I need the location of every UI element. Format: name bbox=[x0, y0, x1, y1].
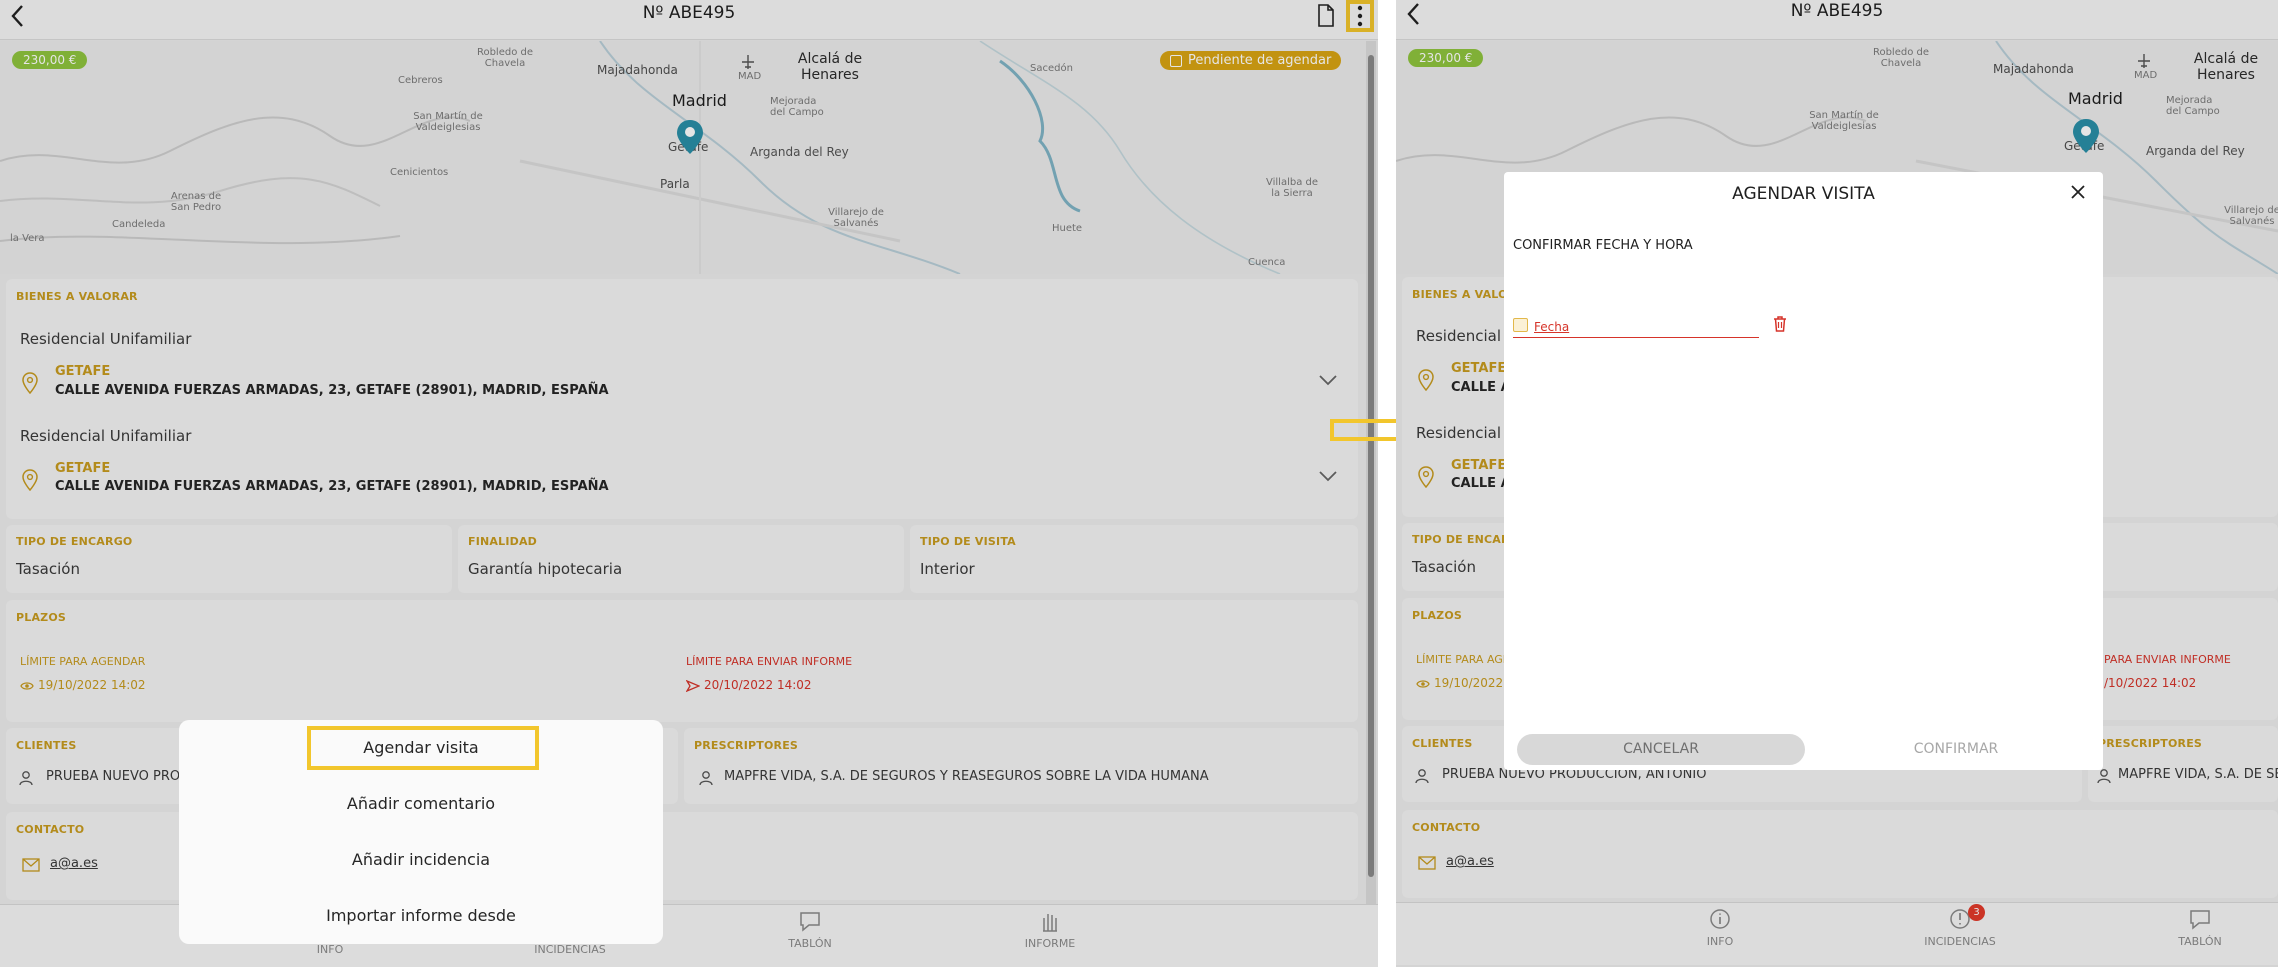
screen-modal-open: Nº ABE495 230,00 € Robledo de Chavela Ma… bbox=[1396, 0, 2278, 967]
calendar-icon bbox=[1513, 318, 1528, 332]
agendar-highlight bbox=[307, 726, 539, 770]
date-placeholder: Fecha bbox=[1534, 320, 1570, 334]
screen-divider bbox=[1378, 0, 1396, 967]
menu-item-anadir-comentario[interactable]: Añadir comentario bbox=[179, 794, 663, 813]
modal-title: AGENDAR VISITA bbox=[1732, 184, 1875, 204]
action-sheet: Agendar visita Añadir comentario Añadir … bbox=[179, 720, 663, 944]
agendar-visita-modal: AGENDAR VISITA CONFIRMAR FECHA Y HORA Fe… bbox=[1504, 172, 2103, 770]
date-field[interactable]: Fecha bbox=[1513, 318, 1759, 338]
menu-item-anadir-incidencia[interactable]: Añadir incidencia bbox=[179, 850, 663, 869]
menu-item-importar-informe[interactable]: Importar informe desde bbox=[179, 906, 663, 925]
modal-subtitle: CONFIRMAR FECHA Y HORA bbox=[1513, 238, 1693, 253]
close-icon[interactable] bbox=[2070, 184, 2086, 200]
cancel-button[interactable]: CANCELAR bbox=[1517, 734, 1805, 765]
confirm-button[interactable]: CONFIRMAR bbox=[1823, 734, 2089, 765]
trash-icon[interactable] bbox=[1773, 316, 1787, 332]
screen-menu-open: Nº ABE495 230,00 € Pendiente de agendar … bbox=[0, 0, 1378, 967]
